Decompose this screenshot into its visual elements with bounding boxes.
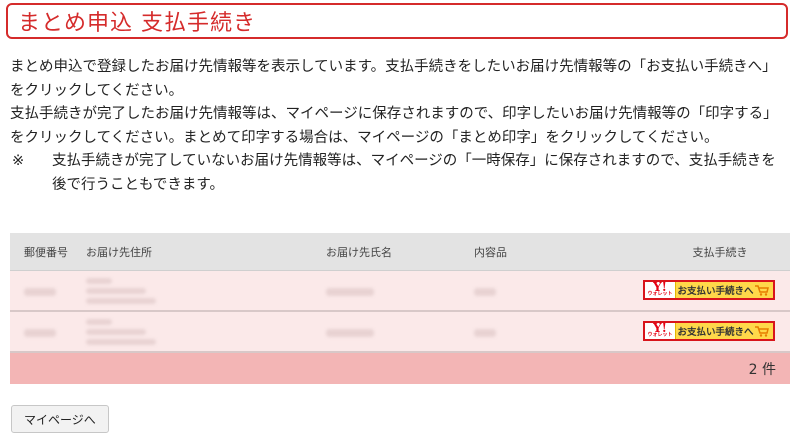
table-row: Y! ウォレット お支払い手続きへ (10, 271, 790, 312)
yahoo-wallet-icon: Y! ウォレット (645, 280, 676, 298)
cart-icon (755, 284, 769, 296)
page-title-box: まとめ申込 支払手続き (6, 3, 788, 39)
note-mark: ※ (12, 153, 25, 169)
yahoo-wallet-sub: ウォレット (647, 291, 673, 297)
page-title: まとめ申込 支払手続き (18, 11, 256, 36)
address-cell-redacted (70, 277, 310, 304)
description-line-1: まとめ申込で登録したお届け先情報等を表示しています。支払手続きをしたいお届け先情… (10, 59, 777, 99)
header-payment: 支払手続き (692, 245, 748, 259)
header-name: お届け先氏名 (326, 245, 392, 259)
delivery-table: 郵便番号 お届け先住所 お届け先氏名 内容品 支払手続き Y! ウォレット お支… (10, 233, 790, 384)
header-address: お届け先住所 (86, 245, 152, 259)
yahoo-wallet-sub: ウォレット (647, 332, 673, 338)
pay-button-label: お支払い手続きへ (677, 286, 754, 297)
table-footer: 2 件 (10, 353, 790, 384)
table-row: Y! ウォレット お支払い手続きへ (10, 312, 790, 353)
pay-button[interactable]: Y! ウォレット お支払い手続きへ (643, 321, 775, 341)
cart-icon (755, 325, 769, 337)
item-cell-redacted (460, 281, 620, 300)
name-cell-redacted (310, 281, 460, 300)
description-line-2: 支払手続きが完了したお届け先情報等は、マイページに保存されますので、印字したいお… (10, 106, 778, 146)
mypage-button[interactable]: マイページへ (11, 405, 109, 433)
table-header: 郵便番号 お届け先住所 お届け先氏名 内容品 支払手続き (10, 233, 790, 271)
pay-button-label: お支払い手続きへ (677, 327, 754, 338)
description-note: ※ 支払手続きが完了していないお届け先情報等は、マイページの「一時保存」に保存さ… (10, 150, 790, 197)
item-cell-redacted (460, 322, 620, 341)
zip-cell-redacted (10, 322, 70, 341)
address-cell-redacted (70, 318, 310, 345)
record-count: 2 件 (748, 361, 776, 378)
description: まとめ申込で登録したお届け先情報等を表示しています。支払手続きをしたいお届け先情… (10, 56, 790, 197)
header-item: 内容品 (474, 245, 507, 259)
yahoo-wallet-mark: Y! (653, 280, 667, 294)
zip-cell-redacted (10, 281, 70, 300)
name-cell-redacted (310, 322, 460, 341)
yahoo-wallet-icon: Y! ウォレット (645, 321, 676, 339)
pay-button[interactable]: Y! ウォレット お支払い手続きへ (643, 280, 775, 300)
note-text: 支払手続きが完了していないお届け先情報等は、マイページの「一時保存」に保存されま… (52, 153, 776, 193)
header-zip: 郵便番号 (24, 245, 68, 259)
yahoo-wallet-mark: Y! (653, 321, 667, 335)
